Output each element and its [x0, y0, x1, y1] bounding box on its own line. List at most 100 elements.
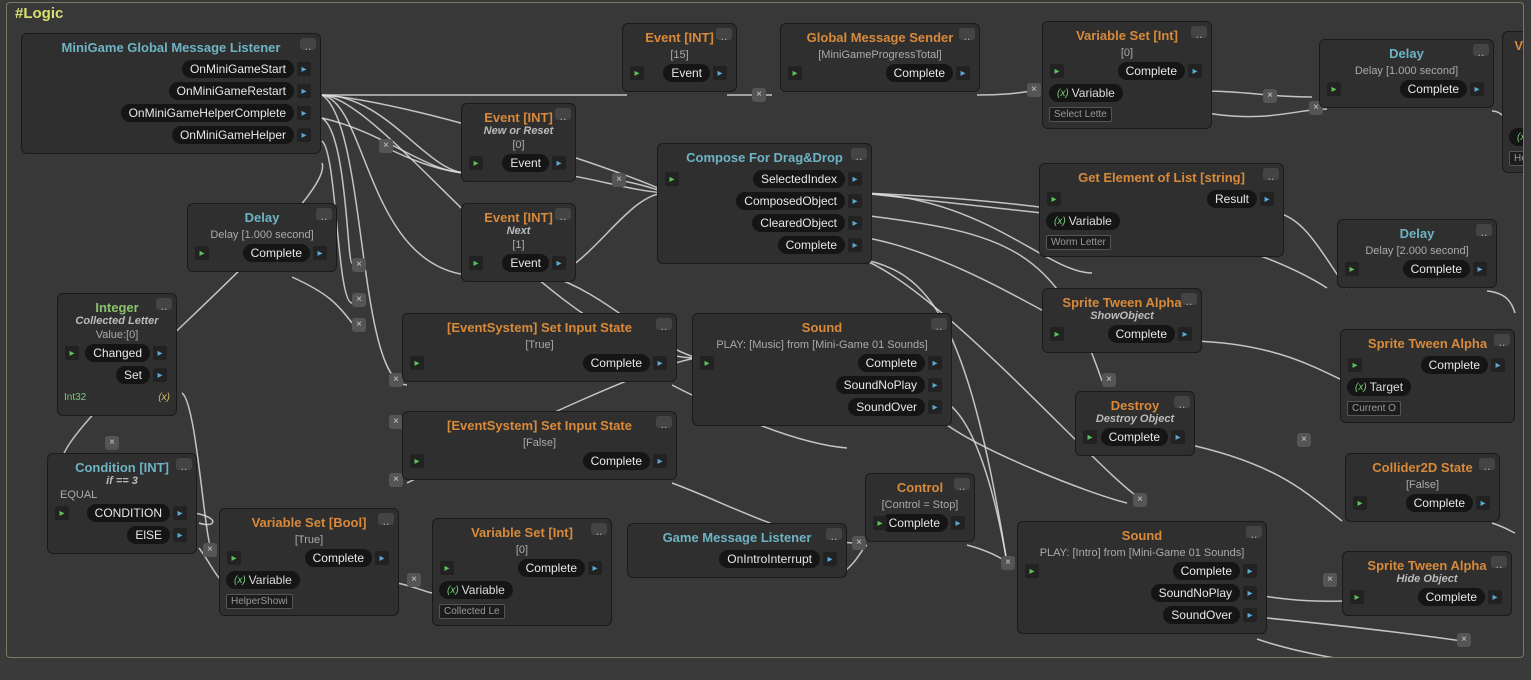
port-in-icon[interactable]: [1050, 327, 1064, 341]
wire-junction[interactable]: [1323, 573, 1337, 587]
port-out-icon[interactable]: [848, 216, 862, 230]
variable-label[interactable]: (x)Variable: [439, 581, 513, 599]
wire-junction[interactable]: [352, 318, 366, 332]
node-menu-icon[interactable]: [716, 28, 732, 40]
wire-junction[interactable]: [1457, 633, 1471, 647]
output-port[interactable]: ComposedObject: [736, 192, 845, 210]
variable-field[interactable]: Helpe: [1509, 151, 1524, 166]
output-port[interactable]: Complete: [518, 559, 585, 577]
node-menu-icon[interactable]: [1246, 526, 1262, 538]
node-delay-top[interactable]: Delay Delay [1.000 second] Complete: [1319, 39, 1494, 108]
port-out-icon[interactable]: [297, 84, 311, 98]
node-variable-set-bool[interactable]: Variable Set [Bool] [True] Complete (x)V…: [219, 508, 399, 616]
output-port[interactable]: Complete: [583, 354, 650, 372]
wire-junction[interactable]: [1297, 433, 1311, 447]
output-port[interactable]: OnMiniGameStart: [182, 60, 294, 78]
node-menu-icon[interactable]: [826, 528, 842, 540]
output-port[interactable]: Complete: [1406, 494, 1473, 512]
node-variable-set-int-top[interactable]: Variable Set [Int] [0] Complete (x)Varia…: [1042, 21, 1212, 129]
port-out-icon[interactable]: [823, 552, 837, 566]
node-sprite-tween-alpha2[interactable]: Sprite Tween Alpha Complete (x)Target Cu…: [1340, 329, 1515, 423]
node-menu-icon[interactable]: [300, 38, 316, 50]
variable-label[interactable]: (x)Variable: [1046, 212, 1120, 230]
port-in-icon[interactable]: [788, 66, 802, 80]
port-out-icon[interactable]: [375, 551, 389, 565]
port-out-icon[interactable]: [313, 246, 327, 260]
node-menu-icon[interactable]: [555, 208, 571, 220]
port-out-icon[interactable]: [928, 356, 942, 370]
node-sound-intro[interactable]: Sound PLAY: [Intro] from [Mini-Game 01 S…: [1017, 521, 1267, 634]
node-menu-icon[interactable]: [656, 416, 672, 428]
port-out-icon[interactable]: [951, 516, 965, 530]
port-out-icon[interactable]: [848, 172, 862, 186]
port-out-icon[interactable]: [1473, 262, 1487, 276]
node-menu-icon[interactable]: [959, 28, 975, 40]
node-integer[interactable]: Integer Collected Letter Value:[0] Chang…: [57, 293, 177, 416]
node-set-input-state-false[interactable]: [EventSystem] Set Input State [False] Co…: [402, 411, 677, 480]
output-port[interactable]: Event: [663, 64, 710, 82]
wire-junction[interactable]: [407, 573, 421, 587]
output-port[interactable]: Complete: [886, 64, 953, 82]
output-port[interactable]: Changed: [85, 344, 150, 362]
output-port[interactable]: Complete: [305, 549, 372, 567]
output-port[interactable]: Complete: [1118, 62, 1185, 80]
output-port[interactable]: Complete: [1400, 80, 1467, 98]
node-minigame-listener[interactable]: MiniGame Global Message Listener OnMiniG…: [21, 33, 321, 154]
port-in-icon[interactable]: [195, 246, 209, 260]
port-in-icon[interactable]: [55, 506, 69, 520]
node-menu-icon[interactable]: [1491, 556, 1507, 568]
output-port[interactable]: Complete: [778, 236, 845, 254]
wire-junction[interactable]: [1027, 83, 1041, 97]
wire-junction[interactable]: [352, 293, 366, 307]
port-out-icon[interactable]: [297, 62, 311, 76]
node-collider2d-state[interactable]: Collider2D State [False] Complete: [1345, 453, 1500, 522]
node-menu-icon[interactable]: [931, 318, 947, 330]
logic-canvas[interactable]: #Logic: [6, 2, 1524, 658]
port-out-icon[interactable]: [1476, 496, 1490, 510]
wire-junction[interactable]: [105, 436, 119, 450]
port-in-icon[interactable]: [1353, 496, 1367, 510]
variable-field[interactable]: Worm Letter: [1046, 235, 1111, 250]
port-out-icon[interactable]: [1260, 192, 1274, 206]
port-in-icon[interactable]: [1327, 82, 1341, 96]
port-in-icon[interactable]: [1050, 64, 1064, 78]
port-in-icon[interactable]: [65, 346, 79, 360]
port-out-icon[interactable]: [153, 368, 167, 382]
node-menu-icon[interactable]: [156, 298, 172, 310]
port-in-icon[interactable]: [440, 561, 454, 575]
output-port[interactable]: SoundNoPlay: [836, 376, 925, 394]
output-port[interactable]: OnMiniGameRestart: [169, 82, 294, 100]
output-port[interactable]: Set: [116, 366, 150, 384]
port-out-icon[interactable]: [1171, 430, 1185, 444]
node-destroy[interactable]: Destroy Destroy Object Complete: [1075, 391, 1195, 456]
port-in-icon[interactable]: [469, 256, 483, 270]
wire-junction[interactable]: [1001, 556, 1015, 570]
port-out-icon[interactable]: [1470, 82, 1484, 96]
wire-junction[interactable]: [379, 139, 393, 153]
node-menu-icon[interactable]: [378, 513, 394, 525]
wire-junction[interactable]: [1263, 89, 1277, 103]
port-out-icon[interactable]: [1188, 64, 1202, 78]
variable-label[interactable]: (x)Va: [1509, 128, 1524, 146]
output-port[interactable]: ClearedObject: [752, 214, 845, 232]
node-delay-2s[interactable]: Delay Delay [2.000 second] Complete: [1337, 219, 1497, 288]
port-in-icon[interactable]: [469, 156, 483, 170]
port-out-icon[interactable]: [552, 156, 566, 170]
port-out-icon[interactable]: [173, 506, 187, 520]
node-menu-icon[interactable]: [591, 523, 607, 535]
port-in-icon[interactable]: [227, 551, 241, 565]
port-out-icon[interactable]: [1243, 586, 1257, 600]
port-out-icon[interactable]: [1488, 590, 1502, 604]
variable-field[interactable]: Collected Le: [439, 604, 505, 619]
port-out-icon[interactable]: [1178, 327, 1192, 341]
port-out-icon[interactable]: [928, 378, 942, 392]
output-port[interactable]: Complete: [243, 244, 310, 262]
port-out-icon[interactable]: [173, 528, 187, 542]
port-in-icon[interactable]: [700, 356, 714, 370]
port-in-icon[interactable]: [410, 454, 424, 468]
output-port[interactable]: Complete: [583, 452, 650, 470]
node-set-input-state-true[interactable]: [EventSystem] Set Input State [True] Com…: [402, 313, 677, 382]
node-menu-icon[interactable]: [176, 458, 192, 470]
port-out-icon[interactable]: [588, 561, 602, 575]
wire-junction[interactable]: [389, 473, 403, 487]
